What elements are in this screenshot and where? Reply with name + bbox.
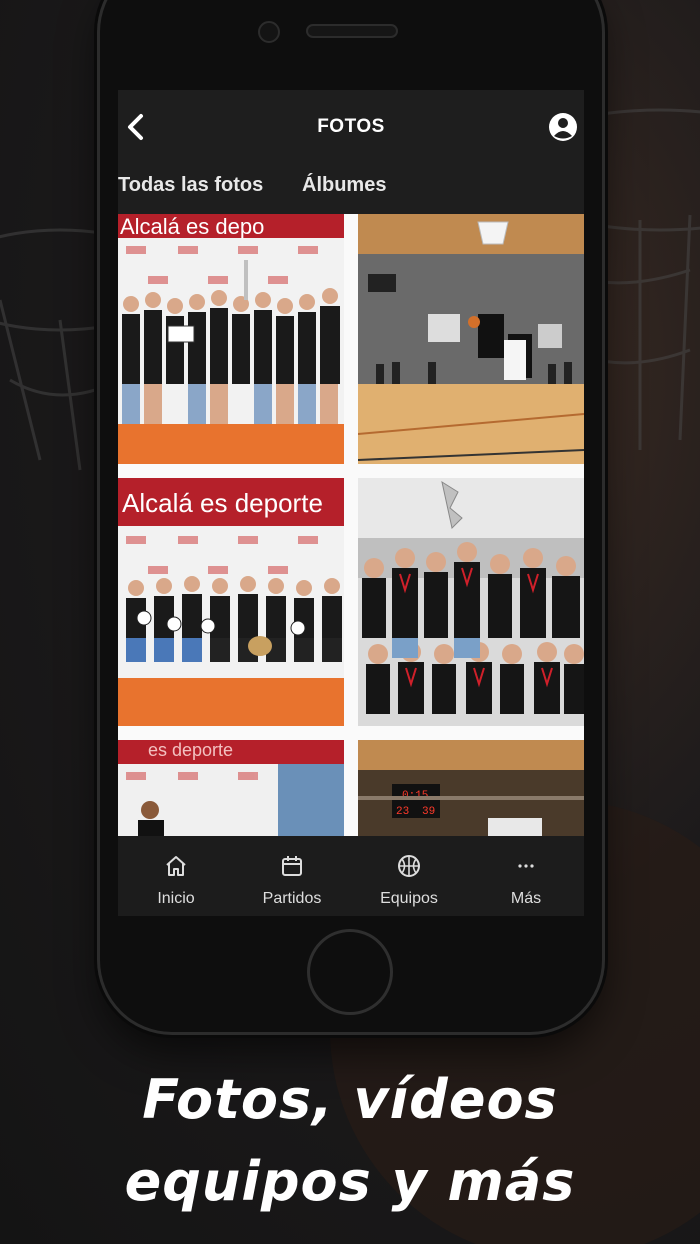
bottom-nav: Inicio Partidos Equipos Más [118, 836, 584, 916]
photo-thumbnail[interactable] [358, 478, 584, 726]
front-camera [258, 21, 280, 43]
basketball-icon [398, 855, 420, 877]
photo-thumbnail[interactable] [358, 214, 584, 464]
promo-caption-line2: equipos y más [124, 1150, 576, 1213]
app-header: FOTOS [118, 90, 584, 166]
phone-frame: FOTOS Todas las fotos Álbumes Alcalá es … [100, 0, 602, 1032]
tab-all-photos[interactable]: Todas las fotos [118, 174, 263, 197]
earpiece-speaker [306, 24, 398, 38]
nav-label: Más [510, 890, 542, 907]
banner-text: Alcalá es deporte [122, 488, 323, 518]
page-title: FOTOS [317, 116, 385, 137]
photo-thumbnail[interactable]: 0:15 23 39 [358, 740, 584, 836]
nav-item-inicio[interactable]: Inicio [118, 836, 234, 916]
nav-item-mas[interactable]: Más [468, 836, 584, 916]
photo-thumbnail[interactable]: es deporte [118, 740, 344, 836]
nav-item-partidos[interactable]: Partidos [234, 836, 350, 916]
nav-label: Inicio [157, 890, 195, 907]
calendar-icon [282, 856, 302, 876]
nav-label: Partidos [262, 890, 322, 907]
user-circle-icon [549, 113, 577, 141]
photo-grid: Alcalá es depo Alcalá es deporte es depo… [118, 214, 584, 836]
home-button[interactable] [307, 929, 393, 1015]
photo-thumbnail[interactable]: Alcalá es depo [118, 214, 344, 464]
promo-caption-line1: Fotos, vídeos [142, 1068, 558, 1131]
home-icon [166, 856, 186, 876]
banner-text: Alcalá es depo [120, 214, 264, 239]
banner-text: es deporte [148, 740, 233, 760]
more-icon [518, 864, 534, 868]
scoreboard-left: 23 [396, 806, 409, 818]
nav-item-equipos[interactable]: Equipos [351, 836, 467, 916]
app-screen: FOTOS Todas las fotos Álbumes Alcalá es … [118, 90, 584, 916]
tab-albums[interactable]: Álbumes [302, 174, 386, 197]
profile-button[interactable] [548, 112, 578, 142]
tab-bar: Todas las fotos Álbumes [118, 166, 584, 214]
photo-thumbnail[interactable]: Alcalá es deporte [118, 478, 344, 726]
scoreboard-right: 39 [422, 806, 435, 818]
nav-label: Equipos [380, 890, 438, 907]
